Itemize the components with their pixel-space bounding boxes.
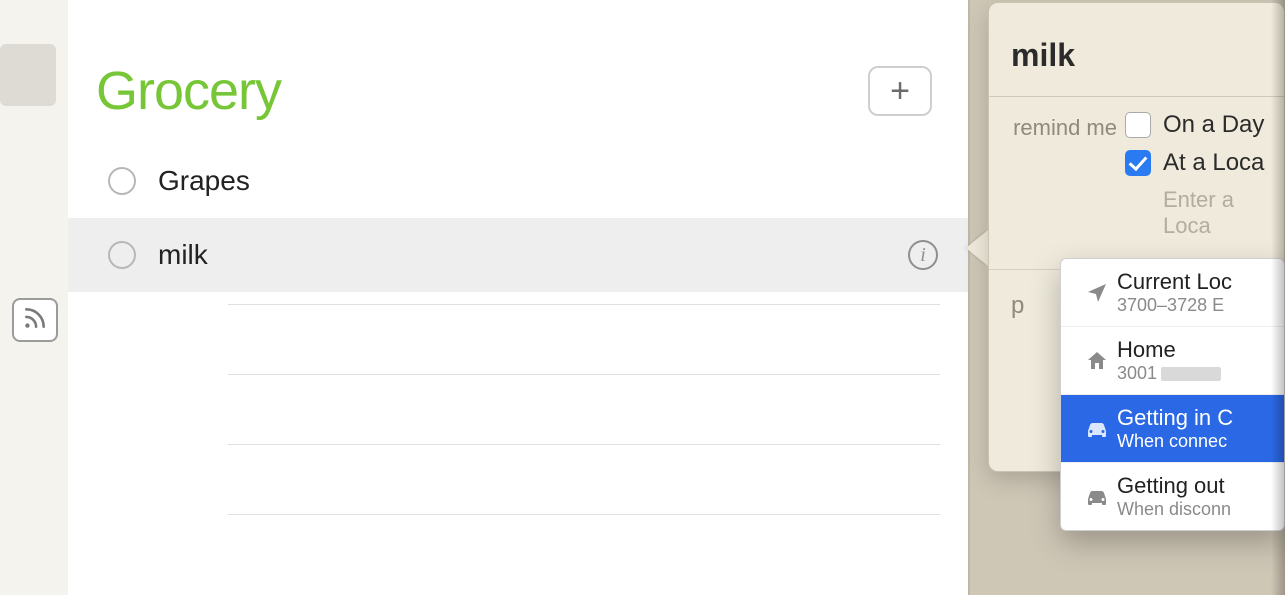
suggestion-current-location[interactable]: Current Loc 3700–3728 E [1061,259,1284,326]
rss-icon [22,305,48,336]
car-icon [1077,486,1117,508]
at-a-location-checkbox[interactable] [1125,150,1151,176]
sidebar-selected-list[interactable] [0,44,56,106]
suggestion-subtitle: When connec [1117,431,1272,452]
suggestion-title: Getting out [1117,473,1272,499]
location-input[interactable]: Enter a Loca [1163,187,1284,239]
suggestion-subtitle: 3001 [1117,363,1272,384]
at-a-location-label: At a Loca [1163,149,1264,177]
at-a-location-option[interactable]: At a Loca [1125,149,1284,177]
car-icon [1077,418,1117,440]
suggestion-subtitle: When disconn [1117,499,1272,520]
list-title: Grocery [96,60,281,122]
home-icon [1077,349,1117,373]
suggestion-title: Getting in C [1117,405,1272,431]
complete-radio[interactable] [108,241,136,269]
empty-rows [68,304,968,584]
suggestion-title: Home [1117,337,1272,363]
on-a-day-option[interactable]: On a Day [1125,111,1284,139]
suggestion-getting-out-car[interactable]: Getting out When disconn [1061,462,1284,530]
remind-me-row: remind me On a Day At a Loca Enter a Loc… [989,109,1284,245]
on-a-day-label: On a Day [1163,111,1264,139]
reminder-label[interactable]: Grapes [158,165,250,197]
list-header: Grocery + [68,0,968,144]
window-edge-shadow [1271,0,1285,595]
sidebar-strip [0,0,68,595]
row-rule [228,374,940,444]
inspector-title[interactable]: milk [989,3,1284,96]
separator [989,96,1284,97]
popover-arrow [966,230,988,266]
info-icon: i [920,244,926,267]
location-arrow-icon [1077,281,1117,305]
complete-radio[interactable] [108,167,136,195]
remind-me-label: remind me [1007,111,1125,239]
suggestion-title: Current Loc [1117,269,1272,295]
suggestion-home[interactable]: Home 3001 [1061,326,1284,394]
suggestion-subtitle: 3700–3728 E [1117,295,1272,316]
row-rule [228,444,940,514]
add-reminder-button[interactable]: + [868,66,932,116]
row-rule [228,514,940,584]
suggestion-getting-in-car[interactable]: Getting in C When connec [1061,394,1284,462]
reminder-row[interactable]: Grapes [68,144,968,218]
row-rule [228,304,940,374]
on-a-day-checkbox[interactable] [1125,112,1151,138]
location-suggestions-dropdown: Current Loc 3700–3728 E Home 3001 Gettin… [1060,258,1285,531]
reminder-row[interactable]: milk i [68,218,968,292]
info-button[interactable]: i [908,240,938,270]
reminder-label[interactable]: milk [158,239,208,271]
plus-icon: + [890,74,910,108]
reminders-pane: Grocery + Grapes milk i [68,0,970,595]
share-button[interactable] [12,298,58,342]
redacted-text [1161,367,1221,381]
